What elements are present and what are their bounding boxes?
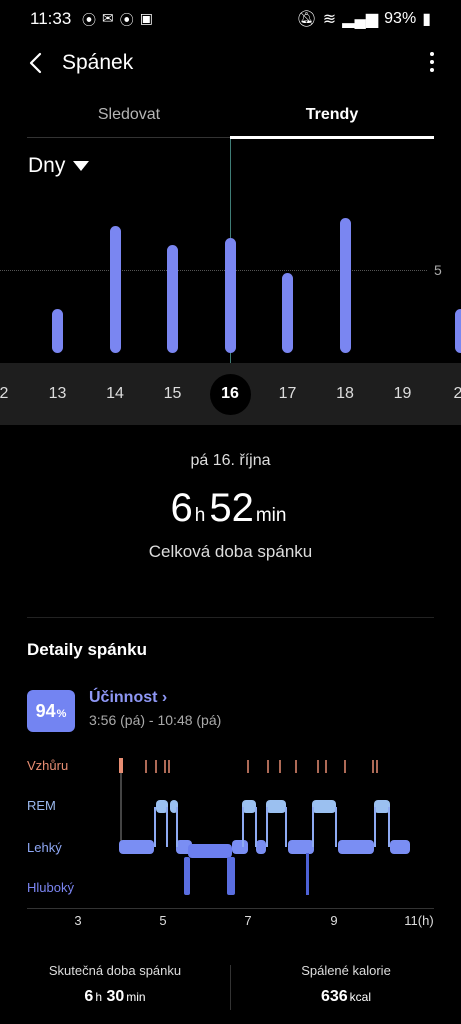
gallery-icon: ▣ bbox=[139, 10, 153, 26]
time-axis bbox=[27, 908, 434, 909]
light-segment bbox=[288, 840, 314, 854]
sleep-time-range: 3:56 (pá) - 10:48 (pá) bbox=[89, 712, 222, 728]
sleep-bar[interactable] bbox=[224, 237, 236, 353]
efficiency-unit: % bbox=[56, 707, 67, 720]
calories-label: Spálené kalorie bbox=[301, 963, 391, 978]
efficiency-label: Účinnost bbox=[89, 689, 158, 706]
time-tick: 9 bbox=[330, 913, 338, 928]
wifi-icon: ≋ bbox=[322, 11, 337, 28]
light-segment bbox=[232, 840, 248, 854]
minutes-unit: min bbox=[255, 505, 287, 526]
mute-icon: 🔕︎ bbox=[296, 11, 317, 28]
tab-indicator bbox=[230, 136, 434, 139]
signal-icon: ▂▄▆ bbox=[342, 11, 379, 28]
deep-segment bbox=[184, 857, 190, 895]
mail-icon: ✉ bbox=[102, 10, 114, 26]
battery-percent: 93% bbox=[384, 10, 417, 27]
light-segment bbox=[390, 840, 410, 854]
date-label[interactable]: 2 bbox=[438, 385, 461, 403]
date-label[interactable]: 17 bbox=[268, 385, 308, 403]
date-label[interactable]: 19 bbox=[383, 385, 423, 403]
hours-unit: h bbox=[194, 505, 206, 526]
tab-sledovat[interactable]: Sledovat bbox=[27, 106, 231, 124]
time-tick: 11(h) bbox=[404, 913, 434, 928]
minutes-value: 52 bbox=[209, 486, 254, 530]
light-segment bbox=[119, 840, 154, 854]
total-sleep-label: Celková doba spánku bbox=[148, 542, 313, 561]
awake-tick bbox=[119, 758, 123, 773]
light-segment bbox=[256, 840, 266, 854]
total-sleep-duration: 6 h 52 min bbox=[0, 486, 461, 531]
notification-icons: ⦿ ✉ ⦿ ▣ bbox=[82, 10, 153, 30]
period-dropdown[interactable]: Dny bbox=[28, 154, 90, 178]
date-label[interactable]: 13 bbox=[38, 385, 78, 403]
dropdown-arrow-icon bbox=[73, 161, 90, 171]
date-label[interactable]: 16 bbox=[210, 385, 250, 403]
efficiency-link[interactable]: Účinnost › bbox=[89, 689, 167, 707]
date-label[interactable]: 2 bbox=[0, 385, 24, 403]
rem-segment bbox=[374, 800, 390, 813]
light-segment bbox=[338, 840, 374, 854]
date-label[interactable]: 14 bbox=[95, 385, 135, 403]
light-segment bbox=[188, 844, 232, 858]
time-tick: 7 bbox=[244, 913, 252, 928]
hours-value: 6 bbox=[170, 486, 193, 530]
sleep-bar[interactable] bbox=[52, 309, 63, 353]
status-right: 🔕︎ ≋ ▂▄▆ 93% ▮ bbox=[296, 9, 431, 29]
sleep-bar[interactable] bbox=[167, 245, 178, 353]
more-options-icon[interactable] bbox=[428, 52, 436, 76]
battery-icon: ▮ bbox=[422, 11, 431, 28]
efficiency-badge: 94% bbox=[27, 690, 75, 732]
deep-segment bbox=[227, 857, 235, 895]
messenger-icon: ⦿ bbox=[82, 12, 96, 28]
back-icon[interactable] bbox=[24, 50, 50, 76]
sleep-details-title: Detaily spánku bbox=[27, 640, 147, 659]
sleep-bar[interactable] bbox=[109, 225, 121, 353]
calories-value: 636 kcal bbox=[320, 988, 372, 1005]
messenger-icon: ⦿ bbox=[119, 12, 134, 28]
sleep-bar[interactable] bbox=[282, 273, 293, 353]
rem-segment bbox=[242, 800, 256, 813]
time-tick: 3 bbox=[74, 913, 82, 928]
efficiency-value: 94 bbox=[35, 700, 56, 721]
reference-label: 5 bbox=[434, 262, 442, 278]
rem-segment bbox=[266, 800, 286, 813]
tab-trendy[interactable]: Trendy bbox=[230, 106, 434, 124]
actual-sleep-label: Skutečná doba spánku bbox=[48, 963, 182, 978]
hypnogram[interactable] bbox=[0, 740, 461, 910]
actual-sleep-value: 6h 30 min bbox=[84, 988, 146, 1005]
date-label[interactable]: 15 bbox=[153, 385, 193, 403]
selected-date: pá 16. října bbox=[190, 452, 271, 469]
sleep-bar[interactable] bbox=[454, 309, 461, 353]
time-tick: 5 bbox=[159, 913, 167, 928]
date-label[interactable]: 18 bbox=[325, 385, 365, 403]
reference-line bbox=[0, 270, 427, 271]
deep-segment bbox=[306, 853, 309, 895]
rem-segment bbox=[312, 800, 336, 813]
sleep-bar[interactable] bbox=[339, 217, 351, 353]
status-time: 11:33 bbox=[30, 9, 72, 28]
divider bbox=[27, 617, 434, 618]
period-label: Dny bbox=[28, 154, 66, 177]
chevron-right-icon: › bbox=[161, 689, 168, 706]
page-title: Spánek bbox=[62, 51, 134, 74]
